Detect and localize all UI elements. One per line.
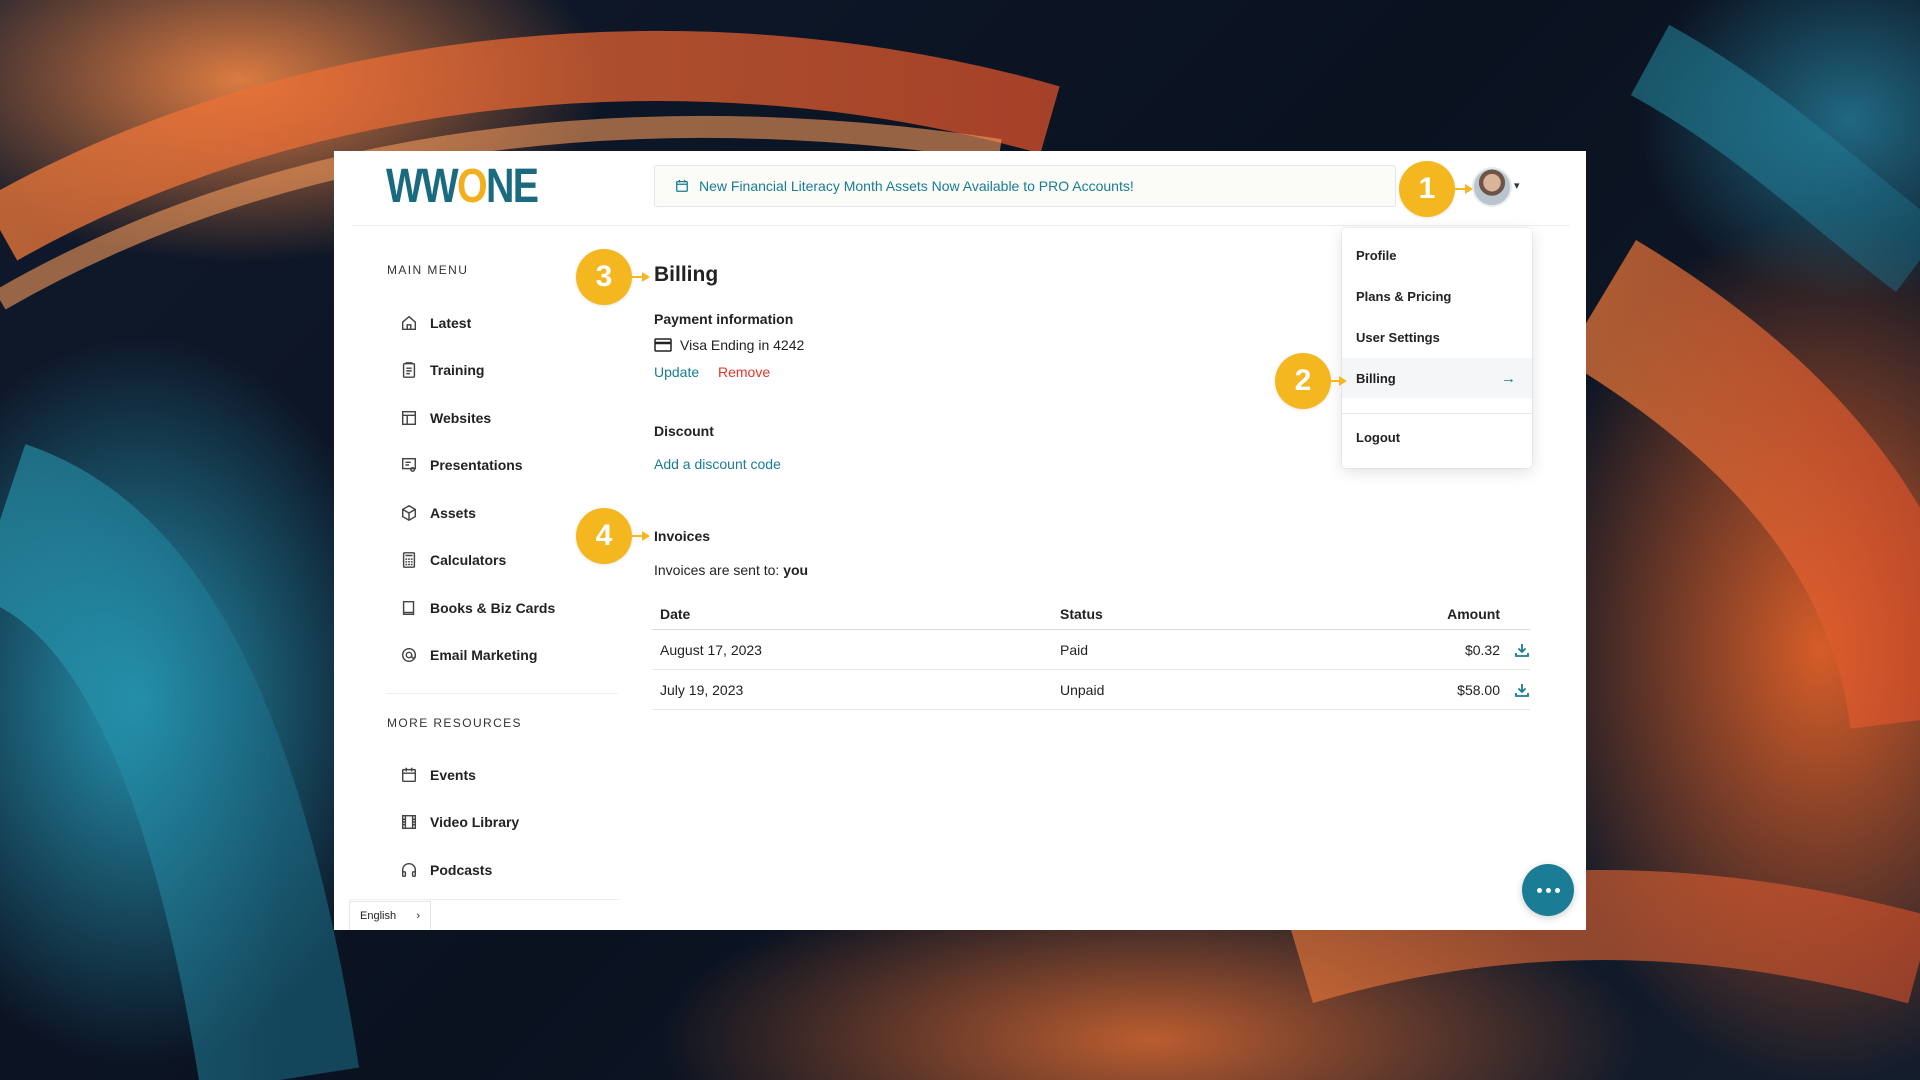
chevron-down-icon[interactable]: ▾ — [1514, 179, 1520, 192]
invoice-status: Unpaid — [1060, 681, 1105, 698]
layout-icon — [401, 410, 417, 426]
user-dropdown-menu: Profile Plans & Pricing User Settings Bi… — [1342, 228, 1532, 468]
app-window: WWONE New Financial Literacy Month Asset… — [334, 151, 1586, 930]
remove-card-link[interactable]: Remove — [718, 364, 770, 380]
more-resources-label: MORE RESOURCES — [387, 716, 522, 730]
box-icon — [401, 504, 417, 522]
menu-item-label: Billing — [1356, 370, 1396, 386]
sidebar-item-label: Calculators — [430, 552, 507, 568]
card-text: Visa Ending in 4242 — [680, 337, 805, 353]
menu-item-billing[interactable]: Billing → — [1342, 358, 1532, 398]
clipboard-icon — [402, 362, 416, 378]
table-row: July 19, 2023 Unpaid $58.00 — [652, 670, 1530, 710]
menu-item-user-settings[interactable]: User Settings — [1342, 317, 1532, 357]
presentation-icon — [401, 457, 417, 473]
sidebar-item-calculators[interactable]: Calculators — [400, 548, 506, 572]
sidebar-item-label: Latest — [430, 315, 472, 331]
callout-4: 4 — [576, 508, 632, 564]
main-menu-label: MAIN MENU — [387, 263, 469, 277]
arrow-right-icon: → — [1501, 370, 1516, 387]
sidebar-item-label: Events — [430, 767, 476, 783]
invoices-heading: Invoices — [654, 528, 711, 544]
callout-arrow — [1455, 184, 1473, 194]
book-icon — [402, 600, 415, 616]
payment-card: Visa Ending in 4242 — [654, 337, 804, 353]
sidebar-item-podcasts[interactable]: Podcasts — [400, 858, 492, 882]
invoice-amount: $58.00 — [1457, 681, 1500, 698]
menu-item-profile[interactable]: Profile — [1342, 235, 1532, 275]
sidebar-item-latest[interactable]: Latest — [400, 311, 471, 335]
calendar-icon — [401, 767, 417, 783]
sidebar-item-label: Training — [430, 362, 485, 378]
sidebar-item-label: Books & Biz Cards — [430, 600, 556, 616]
language-divider — [349, 899, 619, 900]
invoices-table: Date Status Amount August 17, 2023 Paid … — [652, 598, 1530, 710]
at-icon — [401, 647, 417, 663]
credit-card-icon — [654, 338, 672, 352]
sidebar-item-label: Video Library — [430, 814, 520, 830]
discount-heading: Discount — [654, 423, 714, 439]
invoice-date: July 19, 2023 — [660, 681, 744, 698]
table-row: August 17, 2023 Paid $0.32 — [652, 630, 1530, 670]
sidebar-item-presentations[interactable]: Presentations — [400, 453, 523, 477]
callout-1: 1 — [1399, 161, 1455, 217]
headphones-icon — [401, 862, 417, 878]
add-discount-link[interactable]: Add a discount code — [654, 456, 781, 472]
calendar-icon — [676, 179, 688, 192]
menu-item-plans-pricing[interactable]: Plans & Pricing — [1342, 276, 1532, 316]
page-title: Billing — [654, 263, 719, 286]
menu-item-logout[interactable]: Logout — [1342, 417, 1532, 457]
chat-button[interactable] — [1522, 864, 1574, 916]
invoice-status: Paid — [1060, 641, 1089, 658]
sidebar-item-label: Presentations — [430, 457, 523, 473]
brand-logo[interactable]: WWONE — [386, 163, 539, 211]
sidebar-item-training[interactable]: Training — [400, 358, 484, 382]
sidebar-item-video-library[interactable]: Video Library — [400, 810, 519, 834]
download-icon[interactable] — [1514, 682, 1530, 698]
sidebar-divider — [386, 693, 618, 694]
column-amount: Amount — [1447, 605, 1500, 622]
calculator-icon — [402, 552, 416, 568]
download-icon[interactable] — [1514, 642, 1530, 658]
announcement-banner[interactable]: New Financial Literacy Month Assets Now … — [654, 165, 1396, 207]
chevron-right-icon: › — [416, 910, 420, 922]
user-avatar[interactable] — [1472, 167, 1512, 207]
sidebar-item-assets[interactable]: Assets — [400, 501, 476, 525]
column-date: Date — [660, 605, 691, 622]
sidebar-item-events[interactable]: Events — [400, 763, 476, 787]
callout-arrow — [1331, 376, 1347, 386]
callout-3: 3 — [576, 249, 632, 305]
invoice-amount: $0.32 — [1464, 641, 1500, 658]
language-label: English — [360, 910, 397, 922]
table-header: Date Status Amount — [652, 598, 1530, 630]
invoice-date: August 17, 2023 — [660, 641, 762, 658]
film-icon — [401, 814, 417, 830]
sidebar-item-label: Assets — [430, 505, 476, 521]
home-icon — [401, 315, 417, 331]
payment-info-heading: Payment information — [654, 311, 794, 327]
sidebar-item-websites[interactable]: Websites — [400, 406, 491, 430]
column-status: Status — [1060, 605, 1103, 622]
announcement-text: New Financial Literacy Month Assets Now … — [699, 178, 1134, 194]
sidebar-item-books-biz-cards[interactable]: Books & Biz Cards — [400, 596, 555, 620]
language-selector[interactable]: English › — [349, 901, 431, 930]
sidebar-item-email-marketing[interactable]: Email Marketing — [400, 643, 537, 667]
sidebar-item-label: Websites — [430, 410, 492, 426]
callout-arrow — [632, 531, 650, 541]
menu-divider — [1342, 413, 1532, 414]
update-card-link[interactable]: Update — [654, 364, 699, 380]
sidebar-item-label: Podcasts — [430, 862, 493, 878]
invoices-recipient: Invoices are sent to: you — [654, 562, 809, 578]
callout-2: 2 — [1275, 353, 1331, 409]
header-divider — [352, 225, 1570, 226]
sidebar-item-label: Email Marketing — [430, 647, 538, 663]
callout-arrow — [632, 272, 650, 282]
